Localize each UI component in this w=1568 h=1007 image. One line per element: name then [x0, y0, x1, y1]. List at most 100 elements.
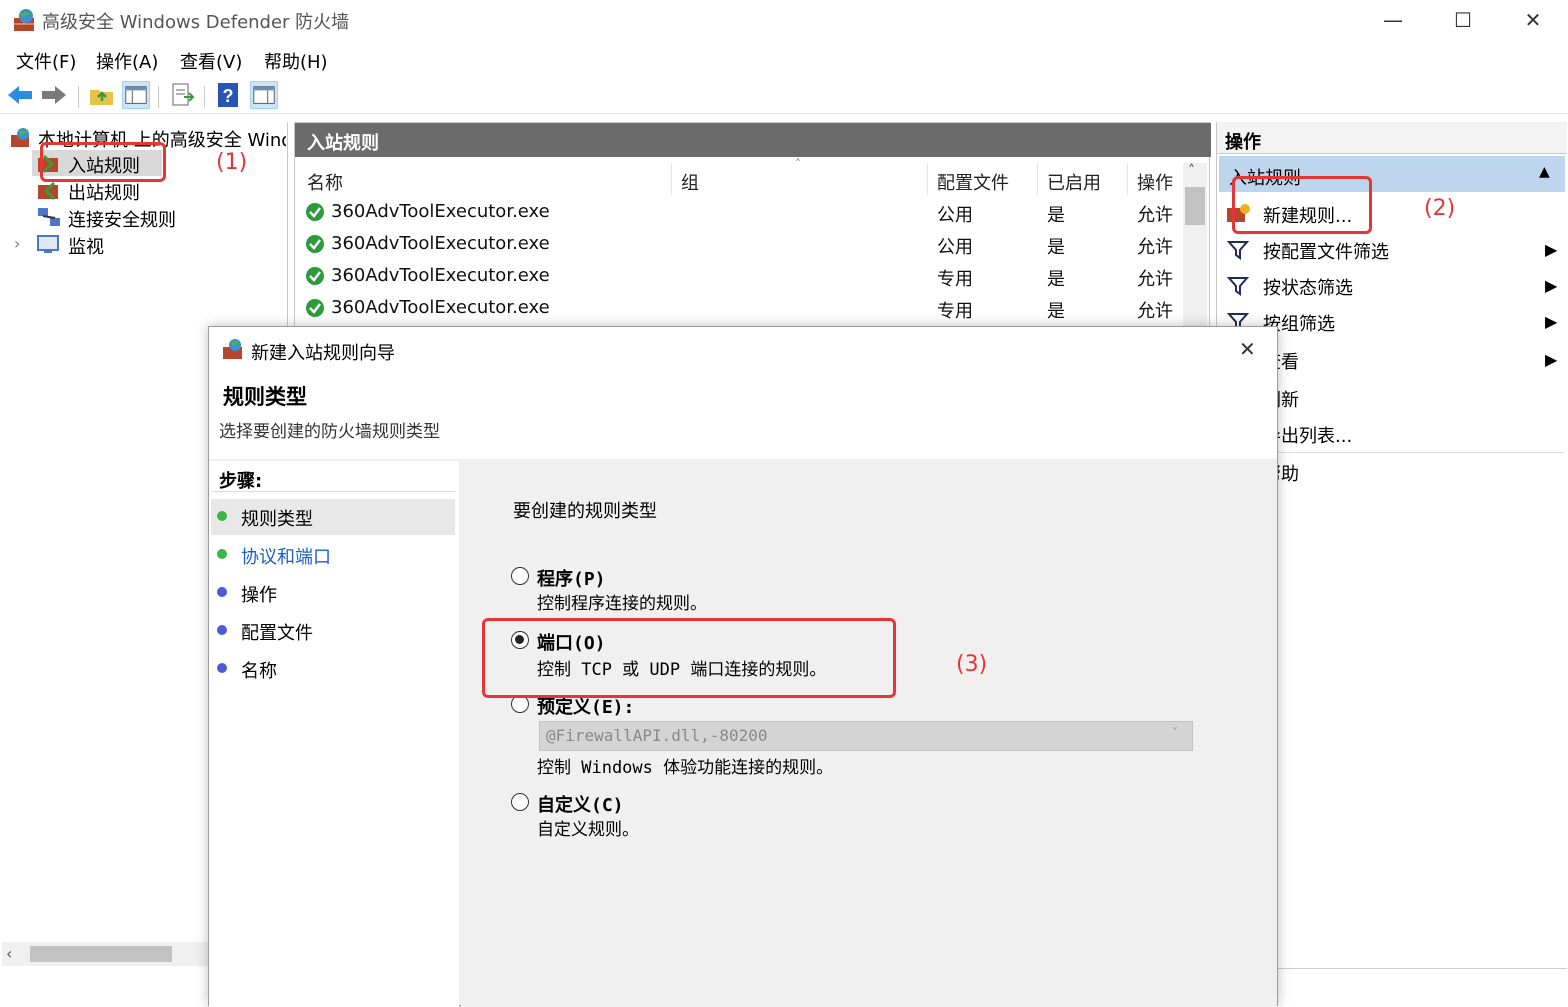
- column-divider: [927, 163, 928, 195]
- radio-custom[interactable]: [511, 793, 529, 811]
- table-row[interactable]: 360AdvToolExecutor.exe 专用 是 允许: [295, 295, 1183, 327]
- export-list-icon[interactable]: [168, 81, 196, 109]
- allow-check-icon: [306, 203, 324, 221]
- wizard-header: 新建入站规则向导 ✕ 规则类型 选择要创建的防火墙规则类型: [209, 327, 1277, 459]
- annotation-box-inbound-rules: [40, 142, 166, 182]
- firewall-app-icon: [223, 339, 242, 359]
- filter-icon: [1227, 277, 1249, 296]
- predefined-select[interactable]: @FirewallAPI.dll,-80200 ˅: [539, 721, 1193, 751]
- maximize-button[interactable]: ☐: [1428, 0, 1498, 40]
- scroll-up-arrow-icon[interactable]: ˄: [1188, 163, 1195, 179]
- rules-list-header: 入站规则: [295, 123, 1211, 157]
- allow-check-icon: [306, 267, 324, 285]
- column-header-enabled[interactable]: 已启用: [1047, 169, 1101, 195]
- menu-action[interactable]: 操作(A): [96, 48, 158, 74]
- menu-file[interactable]: 文件(F): [16, 48, 76, 74]
- step-profile: 配置文件: [241, 623, 313, 644]
- column-divider: [671, 163, 672, 195]
- wizard-steps-pane: 步骤: 规则类型 协议和端口 操作 配置文件 名称: [209, 461, 459, 1007]
- wizard-content-pane: 要创建的规则类型 程序(P) 控制程序连接的规则。 端口(O) 控制 TCP 或…: [461, 461, 1277, 1007]
- steps-label: 步骤:: [219, 471, 263, 492]
- column-header-profile[interactable]: 配置文件: [937, 169, 1009, 195]
- submenu-arrow-icon: ▶: [1545, 240, 1558, 259]
- annotation-box-new-rule: [1232, 176, 1372, 234]
- minimize-button[interactable]: —: [1358, 0, 1428, 40]
- column-divider: [1127, 163, 1128, 195]
- filter-icon: [1227, 241, 1249, 260]
- column-header-action[interactable]: 操作: [1137, 169, 1173, 195]
- menu-view[interactable]: 查看(V): [180, 48, 242, 74]
- back-arrow-icon[interactable]: [6, 81, 34, 109]
- annotation-label-1: (1): [216, 150, 248, 175]
- rule-enabled: 是: [1047, 301, 1065, 322]
- rule-name: 360AdvToolExecutor.exe: [331, 201, 550, 222]
- rule-name: 360AdvToolExecutor.exe: [331, 297, 550, 318]
- predefined-select-value: @FirewallAPI.dll,-80200: [546, 726, 768, 745]
- tree-scroll-thumb[interactable]: [30, 946, 172, 962]
- rule-action: 允许: [1137, 205, 1173, 226]
- rule-name: 360AdvToolExecutor.exe: [331, 233, 550, 254]
- title-bar: 高级安全 Windows Defender 防火墙 — ☐ ✕: [0, 0, 1568, 40]
- folder-up-icon[interactable]: [88, 81, 116, 109]
- rule-name: 360AdvToolExecutor.exe: [331, 265, 550, 286]
- close-button[interactable]: ✕: [1498, 0, 1568, 40]
- wizard-close-button[interactable]: ✕: [1239, 337, 1256, 361]
- column-divider: [1037, 163, 1038, 195]
- sort-caret-icon: ˄: [795, 157, 801, 171]
- step-name: 名称: [241, 661, 277, 682]
- help-icon[interactable]: ?: [214, 81, 242, 109]
- tree-item-outbound-rules[interactable]: 出站规则: [68, 179, 140, 205]
- toolbar-separator: [204, 86, 205, 108]
- scroll-left-arrow-icon[interactable]: ‹: [6, 944, 12, 963]
- allow-check-icon: [306, 299, 324, 317]
- option-program-desc: 控制程序连接的规则。: [537, 594, 707, 614]
- action-filter-by-profile[interactable]: 按配置文件筛选: [1263, 238, 1389, 264]
- step-todo-bullet-icon: [217, 587, 227, 597]
- action-filter-by-state[interactable]: 按状态筛选: [1263, 274, 1353, 300]
- table-row[interactable]: 360AdvToolExecutor.exe 公用 是 允许: [295, 231, 1183, 263]
- menu-help[interactable]: 帮助(H): [264, 48, 328, 74]
- rule-enabled: 是: [1047, 205, 1065, 226]
- option-program-label[interactable]: 程序(P): [537, 565, 606, 591]
- actions-bottom-divider: [1277, 968, 1567, 969]
- toolbar: ?: [0, 78, 1568, 114]
- outbound-rules-icon: [38, 181, 58, 201]
- table-row[interactable]: 360AdvToolExecutor.exe 专用 是 允许: [295, 263, 1183, 295]
- action-pane-icon[interactable]: [250, 81, 278, 109]
- rules-list-pane: 入站规则 名称 组 ˄ 配置文件 已启用 操作 ˄ 360AdvToolExec…: [294, 122, 1211, 332]
- rule-type-prompt: 要创建的规则类型: [513, 501, 657, 522]
- tree-item-connection-security[interactable]: 连接安全规则: [68, 206, 176, 232]
- option-custom-label[interactable]: 自定义(C): [537, 791, 624, 817]
- step-done-bullet-icon: [217, 549, 227, 559]
- forward-arrow-icon[interactable]: [40, 81, 68, 109]
- column-header-group[interactable]: 组: [681, 169, 699, 195]
- option-predefined-desc: 控制 Windows 体验功能连接的规则。: [537, 758, 834, 778]
- column-header-name[interactable]: 名称: [307, 169, 343, 195]
- rule-action: 允许: [1137, 301, 1173, 322]
- menu-bar: 文件(F) 操作(A) 查看(V) 帮助(H): [0, 44, 1568, 76]
- monitor-icon: [37, 235, 59, 253]
- tree-expand-chevron-icon[interactable]: ›: [14, 234, 20, 253]
- step-todo-bullet-icon: [217, 625, 227, 635]
- chevron-down-icon: ˅: [1172, 726, 1178, 740]
- rule-enabled: 是: [1047, 269, 1065, 290]
- actions-header: 操作: [1225, 132, 1261, 153]
- rule-action: 允许: [1137, 237, 1173, 258]
- table-row[interactable]: 360AdvToolExecutor.exe 公用 是 允许: [295, 199, 1183, 231]
- rules-scroll-thumb[interactable]: [1185, 187, 1205, 225]
- rule-profile: 公用: [937, 205, 973, 226]
- connection-security-icon: [38, 208, 60, 226]
- tree-item-monitor[interactable]: 监视: [68, 233, 104, 259]
- annotation-label-2: (2): [1424, 196, 1456, 221]
- rule-enabled: 是: [1047, 237, 1065, 258]
- rule-profile: 公用: [937, 237, 973, 258]
- step-protocol-port[interactable]: 协议和端口: [241, 543, 331, 569]
- submenu-arrow-icon: ▶: [1545, 350, 1558, 369]
- submenu-arrow-icon: ▶: [1545, 276, 1558, 295]
- collapse-caret-icon[interactable]: ▲: [1539, 164, 1550, 180]
- allow-check-icon: [306, 235, 324, 253]
- step-rule-type: 规则类型: [241, 509, 313, 530]
- toolbar-separator: [78, 86, 79, 108]
- radio-program[interactable]: [511, 567, 529, 585]
- console-tree-icon[interactable]: [122, 81, 150, 109]
